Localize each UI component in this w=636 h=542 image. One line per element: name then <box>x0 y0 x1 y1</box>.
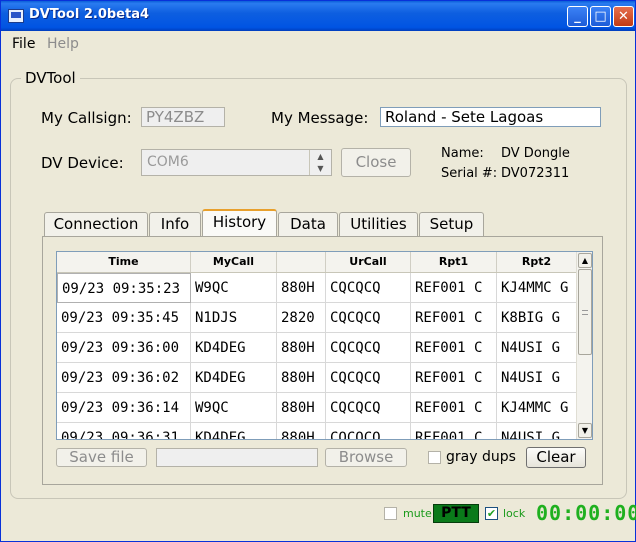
device-select[interactable]: COM6 ▲ ▼ <box>141 149 332 176</box>
table-cell[interactable]: KJ4MMC G <box>497 273 577 303</box>
table-cell[interactable]: REF001 C <box>411 363 497 393</box>
table-cell[interactable]: CQCQCQ <box>326 333 411 363</box>
serial-label: Serial #: <box>441 166 498 181</box>
table-row[interactable]: 09/23 09:35:45 N1DJS 2820 CQCQCQ REF001 C K8B… <box>57 303 577 333</box>
menu-file[interactable]: File <box>12 36 35 52</box>
table-cell[interactable]: 09/23 09:36:02 <box>57 363 191 393</box>
table-cell[interactable]: CQCQCQ <box>326 393 411 423</box>
table-row[interactable]: 09/23 09:36:00 KD4DEG 880H CQCQCQ REF001 C N4… <box>57 333 577 363</box>
clear-button[interactable]: Clear <box>526 447 586 468</box>
message-field[interactable]: Roland - Sete Lagoas <box>380 107 601 127</box>
grip-icon <box>582 310 588 315</box>
tab-utilities[interactable]: Utilities <box>339 212 418 237</box>
table-cell[interactable]: KD4DEG <box>191 423 277 439</box>
minimize-button[interactable]: _ <box>567 6 588 27</box>
tab-setup[interactable]: Setup <box>419 212 484 237</box>
app-icon <box>8 9 24 23</box>
table-cell[interactable]: 880H <box>277 333 326 363</box>
table-cell[interactable]: CQCQCQ <box>326 273 411 303</box>
maximize-button[interactable]: □ <box>590 6 611 27</box>
close-device-button[interactable]: Close <box>341 148 411 177</box>
table-cell[interactable]: N1DJS <box>191 303 277 333</box>
table-cell[interactable]: KD4DEG <box>191 333 277 363</box>
mute-label: mute <box>403 507 432 520</box>
table-cell[interactable]: 880H <box>277 273 326 303</box>
table-header: Time MyCall UrCall Rpt1 Rpt2 <box>57 252 577 273</box>
window-title: DVTool 2.0beta4 <box>29 7 150 22</box>
table-cell[interactable]: 880H <box>277 393 326 423</box>
table-cell[interactable]: REF001 C <box>411 303 497 333</box>
table-cell[interactable]: 09/23 09:35:23 <box>57 273 191 303</box>
table-cell[interactable]: CQCQCQ <box>326 303 411 333</box>
group-title: DVTool <box>21 69 80 87</box>
gray-dups-label: gray dups <box>446 449 516 465</box>
browse-button[interactable]: Browse <box>325 448 407 467</box>
table-cell[interactable]: 880H <box>277 423 326 439</box>
table-cell[interactable]: W9QC <box>191 393 277 423</box>
name-value: DV Dongle <box>501 146 570 161</box>
lock-checkbox[interactable]: ✔ <box>485 507 498 520</box>
column-header-urcall[interactable]: UrCall <box>326 252 411 272</box>
scroll-down-arrow-icon[interactable]: ▼ <box>578 423 592 438</box>
tab-info[interactable]: Info <box>149 212 201 237</box>
table-cell[interactable]: REF001 C <box>411 273 497 303</box>
mute-checkbox[interactable] <box>384 507 397 520</box>
callsign-field[interactable]: PY4ZBZ <box>141 107 225 127</box>
serial-value: DV072311 <box>501 166 570 181</box>
gray-dups-checkbox[interactable] <box>428 451 441 464</box>
table-cell[interactable]: 09/23 09:36:00 <box>57 333 191 363</box>
ptt-indicator[interactable]: PTT <box>433 504 479 523</box>
title-bar[interactable]: DVTool 2.0beta4 _ □ ✕ <box>1 1 635 31</box>
table-cell[interactable]: 2820 <box>277 303 326 333</box>
close-window-button[interactable]: ✕ <box>613 6 634 27</box>
table-cell[interactable]: K8BIG G <box>497 303 577 333</box>
column-header-time[interactable]: Time <box>57 252 191 272</box>
table-cell[interactable]: REF001 C <box>411 393 497 423</box>
table-row[interactable]: 09/23 09:35:23 W9QC 880H CQCQCQ REF001 C KJ4M… <box>57 273 577 303</box>
table-row[interactable]: 09/23 09:36:14 W9QC 880H CQCQCQ REF001 C KJ4M… <box>57 393 577 423</box>
menu-bar: File Help <box>1 32 635 58</box>
lock-label: lock <box>503 507 526 520</box>
table-cell[interactable]: N4USI G <box>497 333 577 363</box>
tab-data[interactable]: Data <box>278 212 338 237</box>
scroll-thumb[interactable] <box>578 269 592 355</box>
column-header-mycall[interactable]: MyCall <box>191 252 277 272</box>
table-cell[interactable]: KJ4MMC G <box>497 393 577 423</box>
app-window: DVTool 2.0beta4 _ □ ✕ File Help DVTool M… <box>0 0 636 542</box>
table-cell[interactable]: KD4DEG <box>191 363 277 393</box>
menu-help[interactable]: Help <box>47 36 79 52</box>
table-cell[interactable]: 880H <box>277 363 326 393</box>
column-header-rpt1[interactable]: Rpt1 <box>411 252 497 272</box>
history-table[interactable]: Time MyCall UrCall Rpt1 Rpt2 09/23 09:35… <box>56 251 593 440</box>
table-cell[interactable]: W9QC <box>191 273 277 303</box>
save-file-button[interactable]: Save file <box>56 448 147 467</box>
table-cell[interactable]: 09/23 09:36:31 <box>57 423 191 439</box>
table-cell[interactable]: N4USI G <box>497 363 577 393</box>
elapsed-timer: 00:00:00 <box>536 501 636 525</box>
table-row[interactable]: 09/23 09:36:31 KD4DEG 880H CQCQCQ REF001 C N4… <box>57 423 577 439</box>
table-cell[interactable]: 09/23 09:36:14 <box>57 393 191 423</box>
device-select-value: COM6 <box>147 154 189 170</box>
column-header-rpt2[interactable]: Rpt2 <box>497 252 577 272</box>
table-cell[interactable]: 09/23 09:35:45 <box>57 303 191 333</box>
save-path-field[interactable] <box>156 448 318 467</box>
table-scrollbar[interactable]: ▲ ▼ <box>576 252 592 439</box>
table-row[interactable]: 09/23 09:36:02 KD4DEG 880H CQCQCQ REF001 C N4… <box>57 363 577 393</box>
name-label: Name: <box>441 146 484 161</box>
table-cell[interactable]: REF001 C <box>411 423 497 439</box>
tab-connection[interactable]: Connection <box>44 212 148 237</box>
combo-arrows-icon: ▲ ▼ <box>309 150 331 175</box>
scroll-up-arrow-icon[interactable]: ▲ <box>578 253 592 268</box>
table-cell[interactable]: N4USI G <box>497 423 577 439</box>
message-label: My Message: <box>271 109 369 127</box>
column-header-suffix[interactable] <box>277 252 326 272</box>
table-cell[interactable]: REF001 C <box>411 333 497 363</box>
callsign-label: My Callsign: <box>41 109 132 127</box>
device-label: DV Device: <box>41 154 124 172</box>
table-cell[interactable]: CQCQCQ <box>326 363 411 393</box>
table-cell[interactable]: CQCQCQ <box>326 423 411 439</box>
tab-history[interactable]: History <box>202 209 277 237</box>
